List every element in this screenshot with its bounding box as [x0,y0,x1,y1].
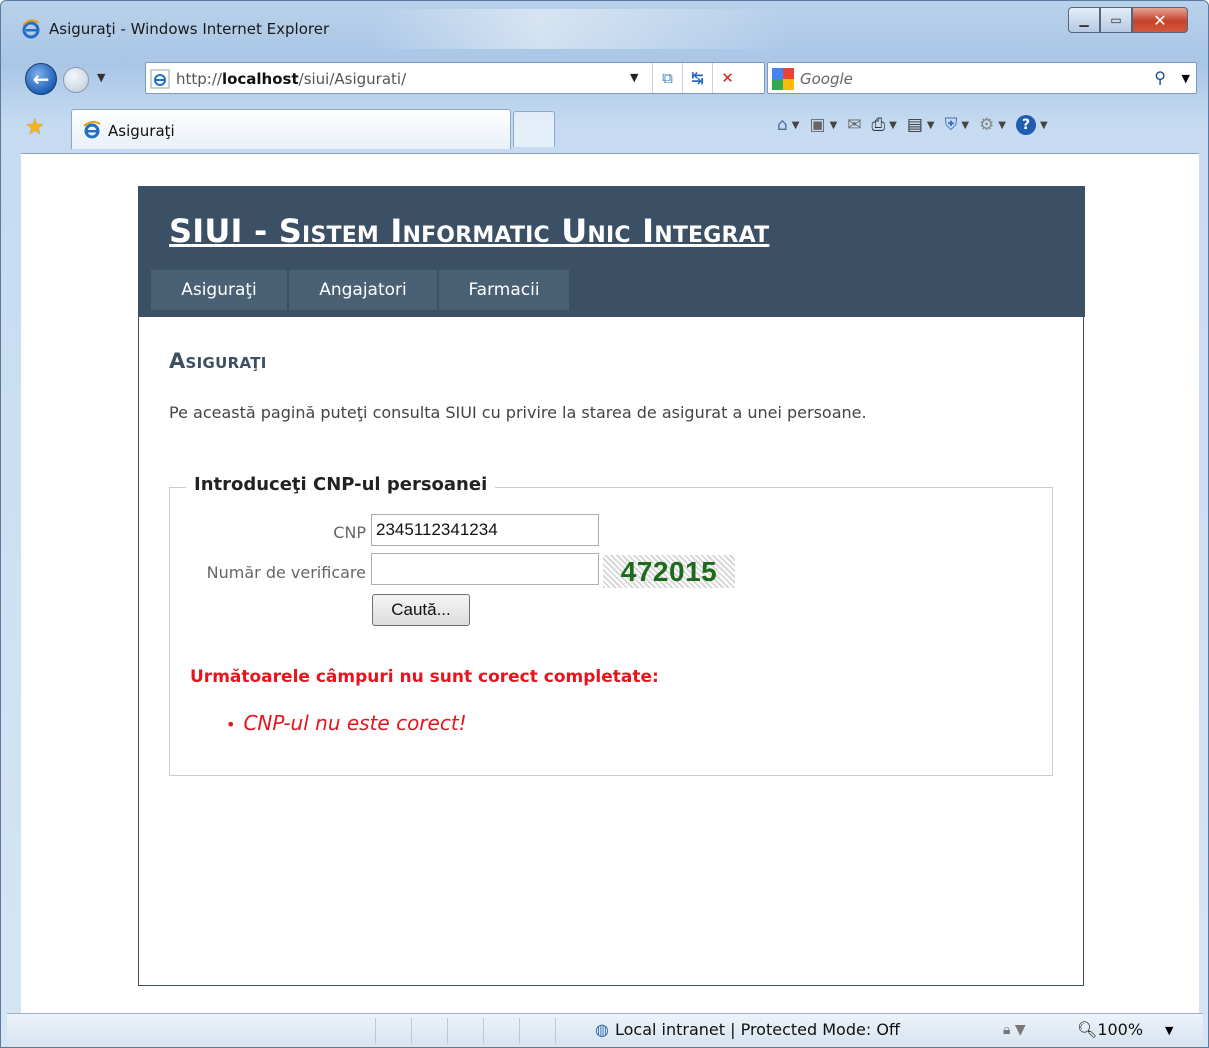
back-button[interactable]: ← [25,63,57,95]
address-dropdown-icon[interactable]: ▼ [630,71,638,84]
search-box[interactable]: Google ⚲ ▼ [767,62,1197,94]
minimize-button[interactable]: ▁ [1068,7,1100,33]
tab-label: Asiguraţi [108,122,175,140]
refresh-icon[interactable]: ↹ [682,63,712,93]
forward-button[interactable] [63,67,89,93]
zoom-dropdown-icon[interactable]: ▼ [1165,1024,1173,1037]
menu-item-angajatori[interactable]: Angajatori [289,270,439,310]
compatibility-view-icon[interactable]: ⧉ [652,63,682,93]
captcha-code: 472015 [620,555,718,587]
command-bar: ⌂ ▼ ▣ ▼ ✉ ⎙ ▼ ▤ ▼ ⛨ ▼ ⚙ ▼ ? ▼ [777,115,1048,135]
google-icon [772,68,794,90]
protected-mode-icon[interactable]: 🔒︎ ▼ [1003,1022,1026,1038]
menu-item-asigurati[interactable]: Asiguraţi [151,270,289,310]
zoom-level-text: 100% [1097,1020,1144,1039]
recent-pages-dropdown[interactable]: ▼ [97,71,105,84]
address-bar[interactable]: http://localhost/siui/Asigurati/ ▼ ⧉ ↹ ✕ [145,62,765,94]
verification-input[interactable] [371,553,599,585]
site-page: SIUI - Sistem Informatic Unic Integrat A… [138,186,1085,986]
browser-window: Asiguraţi - Windows Internet Explorer ▁ … [0,0,1209,1048]
tab-current[interactable]: Asiguraţi [71,109,511,149]
intranet-globe-icon: ◍ [595,1020,609,1039]
status-divider [375,1018,376,1044]
favorites-star-icon[interactable]: ★ [25,115,45,140]
tab-row: ★ Asiguraţi ⌂ ▼ ▣ ▼ ✉ ⎙ ▼ ▤ ▼ ⛨ ▼ ⚙ ▼ ? ▼ [1,107,1208,149]
site-title-link[interactable]: SIUI - Sistem Informatic Unic Integrat [169,212,769,250]
zoom-level[interactable]: 🔍︎100% [1077,1020,1143,1039]
tools-gear-icon[interactable]: ⚙ [979,115,994,135]
help-dropdown-icon[interactable]: ▼ [1040,120,1048,131]
site-header: SIUI - Sistem Informatic Unic Integrat A… [139,186,1085,317]
page-title: Asiguraţi [169,349,267,373]
verification-label: Număr de verificare [206,563,366,582]
cnp-input[interactable] [371,514,599,546]
security-zone-text: Local intranet | Protected Mode: Off [614,1020,900,1039]
search-icon[interactable]: ⚲ [1154,68,1166,87]
status-divider [519,1018,520,1044]
status-divider [483,1018,484,1044]
mail-icon[interactable]: ✉ [847,115,861,135]
safety-icon[interactable]: ⛨ [945,115,958,135]
title-glass [371,9,791,49]
feeds-dropdown-icon[interactable]: ▼ [830,120,838,131]
help-icon[interactable]: ? [1016,115,1036,135]
print-dropdown-icon[interactable]: ▼ [889,120,897,131]
cnp-label: CNP [333,523,366,542]
ie-page-icon [83,120,101,139]
maximize-button[interactable]: ▭ [1100,7,1132,33]
status-divider [411,1018,412,1044]
status-bar: ◍ Local intranet | Protected Mode: Off 🔒… [7,1013,1203,1047]
error-message: CNP-ul nu este corect! [243,711,467,735]
site-menu: Asiguraţi Angajatori Farmacii [151,270,571,310]
new-tab-button[interactable] [513,111,555,147]
search-options-icon[interactable]: ▼ [1182,72,1190,85]
home-icon[interactable]: ⌂ [777,115,788,135]
window-title: Asiguraţi - Windows Internet Explorer [49,20,330,38]
page-menu-icon[interactable]: ▤ [907,115,923,135]
navigation-bar: ← ▼ http://localhost/siui/Asigurati/ ▼ ⧉… [17,61,1197,97]
stop-icon[interactable]: ✕ [712,63,742,93]
security-zone[interactable]: ◍ Local intranet | Protected Mode: Off [595,1020,900,1039]
fieldset-legend: Introduceţi CNP-ul persoanei [186,474,496,495]
menu-item-farmacii[interactable]: Farmacii [439,270,571,310]
address-prefix: http:// [176,70,222,88]
error-bullet: • [226,715,236,734]
print-icon[interactable]: ⎙ [872,115,886,135]
page-dropdown-icon[interactable]: ▼ [927,120,935,131]
caption-buttons: ▁ ▭ ✕ [1068,7,1188,35]
close-button[interactable]: ✕ [1132,7,1188,33]
status-divider [447,1018,448,1044]
feeds-icon[interactable]: ▣ [810,115,826,135]
address-host: localhost [221,70,299,88]
tools-dropdown-icon[interactable]: ▼ [998,120,1006,131]
address-tools: ⧉ ↹ ✕ [652,63,742,93]
page-icon [150,69,170,89]
search-button[interactable]: Caută... [372,594,470,626]
cnp-fieldset: Introduceţi CNP-ul persoanei CNP Număr d… [169,474,1053,776]
home-dropdown-icon[interactable]: ▼ [792,120,800,131]
status-divider [555,1018,556,1044]
page-viewport: SIUI - Sistem Informatic Unic Integrat A… [21,153,1199,1015]
search-placeholder: Google [800,70,853,88]
address-path: /siui/Asigurati/ [298,70,407,88]
error-list-item: • CNP-ul nu este corect! [226,711,467,735]
title-bar: Asiguraţi - Windows Internet Explorer ▁ … [1,1,1208,59]
safety-dropdown-icon[interactable]: ▼ [961,120,969,131]
address-text: http://localhost/siui/Asigurati/ [176,70,406,88]
captcha-image: 472015 [603,555,735,588]
error-title: Următoarele câmpuri nu sunt corect compl… [190,667,659,687]
intro-text: Pe această pagină puteţi consulta SIUI c… [169,403,867,422]
ie-logo-icon [22,19,40,39]
